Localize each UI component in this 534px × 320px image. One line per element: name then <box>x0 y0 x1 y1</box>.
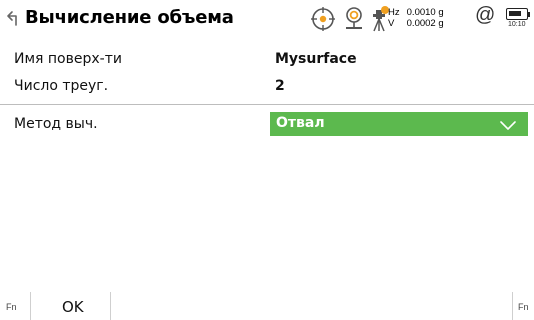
v-label: V <box>388 18 395 29</box>
hz-label: Hz <box>388 7 400 18</box>
calc-method-row: Метод выч. Отвал <box>0 112 534 138</box>
softkey-bar: Fn OK Fn <box>0 292 534 320</box>
ok-button[interactable]: OK <box>62 298 84 316</box>
instrument-status-icon[interactable] <box>371 4 389 34</box>
battery-icon[interactable]: 10:10 <box>506 6 532 30</box>
fn-key-right[interactable]: Fn <box>518 302 529 312</box>
triangle-count-row: Число треуг. 2 <box>0 74 534 100</box>
title-bar: Вычисление объема Hz 0.0010 g V 0.0002 g… <box>0 0 534 36</box>
v-value: 0.0002 g <box>406 18 444 29</box>
calc-method-value: Отвал <box>276 115 325 131</box>
clock-time: 10:10 <box>508 21 526 28</box>
prism-target-icon[interactable] <box>309 4 337 34</box>
hz-value: 0.0010 g <box>406 7 444 18</box>
reflector-icon[interactable] <box>341 4 367 34</box>
softkey-separator <box>512 292 513 320</box>
back-arrow-icon[interactable] <box>3 6 23 30</box>
chevron-down-icon <box>500 117 516 131</box>
divider <box>0 104 534 105</box>
surface-name-label: Имя поверх-ти <box>14 51 122 67</box>
calc-method-select[interactable]: Отвал <box>270 112 528 136</box>
angle-readout: Hz 0.0010 g V 0.0002 g <box>388 7 444 29</box>
calc-method-label: Метод выч. <box>14 116 98 132</box>
softkey-separator <box>30 292 31 320</box>
page-title: Вычисление объема <box>25 7 234 28</box>
surface-name-value: Mysurface <box>275 51 357 67</box>
softkey-separator <box>110 292 111 320</box>
connection-at-icon[interactable]: @ <box>475 4 495 27</box>
triangle-count-value: 2 <box>275 78 285 94</box>
fn-key-left[interactable]: Fn <box>6 302 17 312</box>
surface-name-row: Имя поверх-ти Mysurface <box>0 47 534 73</box>
triangle-count-label: Число треуг. <box>14 78 109 94</box>
